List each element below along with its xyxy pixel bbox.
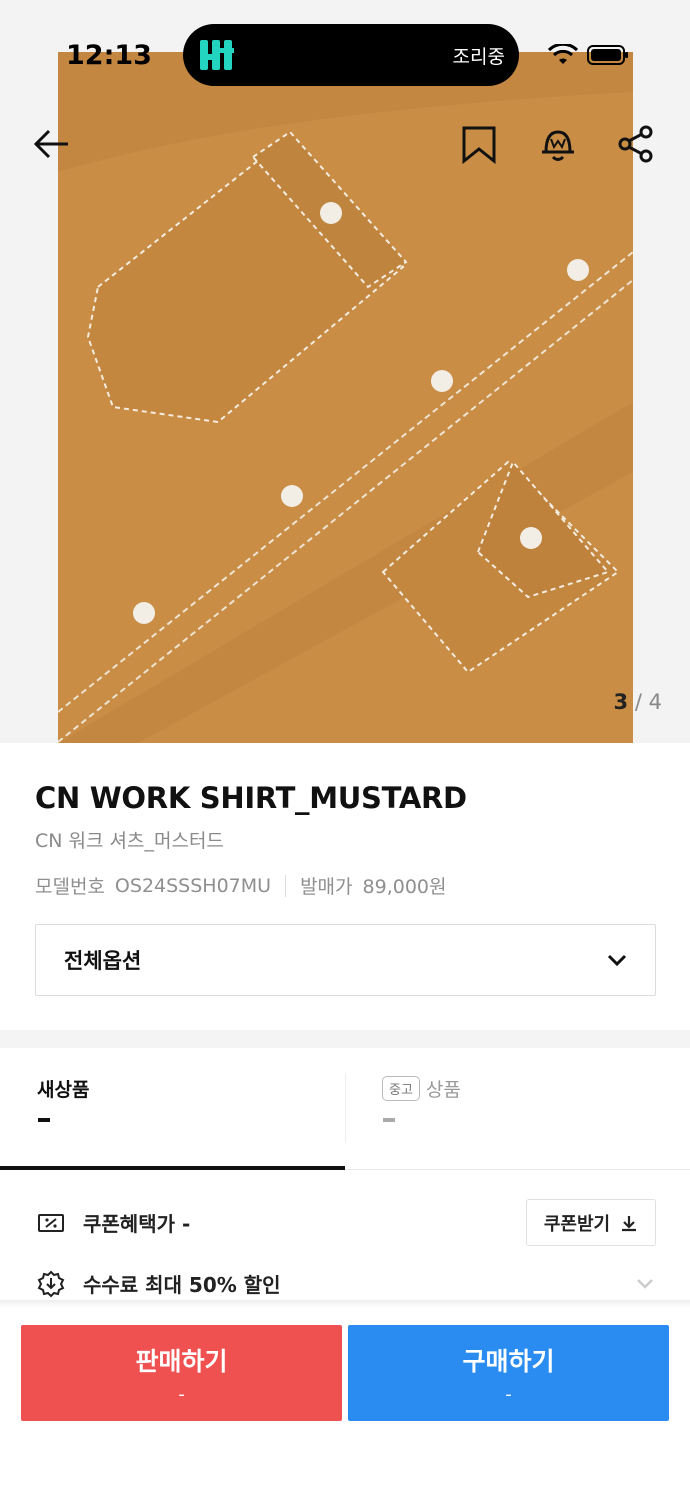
fee-discount-label: 수수료 최대 50% 할인: [83, 1273, 281, 1297]
share-icon[interactable]: [616, 124, 656, 164]
tab-used-label: 상품: [425, 1079, 461, 1101]
product-title: CN WORK SHIRT_MUSTARD: [35, 781, 467, 815]
status-time: 12:13: [66, 40, 152, 71]
alarm-bell-icon[interactable]: [538, 124, 578, 164]
tab-new-product[interactable]: 새상품: [0, 1048, 345, 1170]
tab-used-product[interactable]: 중고 상품: [345, 1048, 690, 1170]
model-number-value: OS24SSSH07MU: [114, 874, 272, 897]
sell-button-price: -: [178, 1383, 185, 1405]
tab-new-price-dash: [38, 1118, 50, 1122]
sell-button[interactable]: 판매하기 -: [21, 1325, 342, 1421]
fee-discount-row[interactable]: 수수료 최대 50% 할인: [37, 1269, 281, 1298]
buy-button[interactable]: 구매하기 -: [348, 1325, 669, 1421]
sell-button-label: 판매하기: [135, 1346, 228, 1376]
product-meta: 모델번호 OS24SSSH07MU 발매가 89,000원: [35, 872, 446, 899]
product-image-gallery[interactable]: 12:13 조리중 3 / 4: [0, 0, 690, 743]
gallery-page-counter: 3 / 4: [613, 690, 662, 714]
chevron-down-icon[interactable]: [636, 1278, 654, 1289]
coupon-benefit-label: 쿠폰혜택가 -: [83, 1212, 191, 1236]
option-select[interactable]: 전체옵션: [35, 924, 656, 996]
option-select-label: 전체옵션: [64, 949, 142, 973]
model-number-label: 모델번호: [35, 876, 105, 898]
dynamic-island: 조리중: [183, 24, 519, 86]
used-badge: 중고: [382, 1076, 420, 1101]
bottom-bar-shadow: [0, 1300, 690, 1308]
coupon-icon: [38, 1213, 64, 1232]
release-price-label: 발매가: [300, 876, 353, 898]
back-arrow-icon[interactable]: [32, 124, 72, 164]
fee-discount-icon: [37, 1270, 65, 1297]
section-divider: [0, 1030, 690, 1048]
download-icon: [622, 1215, 637, 1231]
chevron-down-icon: [607, 954, 627, 966]
app-logo-icon: [200, 40, 234, 70]
get-coupon-label: 쿠폰받기: [543, 1213, 611, 1235]
buy-button-price: -: [505, 1383, 512, 1405]
tab-used-price-dash: [383, 1118, 395, 1122]
tab-active-indicator: [0, 1166, 345, 1170]
tab-divider: [345, 1073, 346, 1143]
coupon-benefit-row: 쿠폰혜택가 -: [37, 1208, 190, 1237]
island-status-label: 조리중: [452, 46, 505, 68]
product-subtitle: CN 워크 셔츠_머스터드: [35, 830, 224, 852]
buy-button-label: 구매하기: [462, 1346, 555, 1376]
battery-icon: [587, 45, 628, 65]
meta-divider: [285, 874, 287, 897]
release-price-value: 89,000원: [362, 876, 447, 898]
get-coupon-button[interactable]: 쿠폰받기: [526, 1199, 656, 1246]
bookmark-icon[interactable]: [459, 124, 499, 165]
tab-used-label-group: 중고 상품: [382, 1075, 461, 1102]
tab-new-label: 새상품: [37, 1079, 90, 1101]
wifi-icon: [548, 44, 578, 64]
